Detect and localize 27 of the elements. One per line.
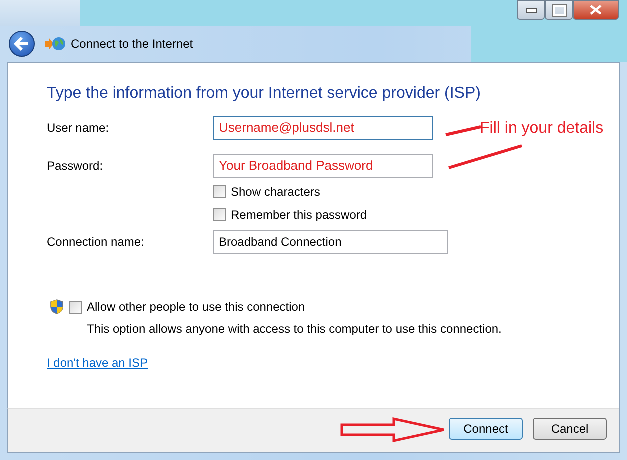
checkbox-label: Show characters [231,184,320,198]
checkbox-label: Remember this password [231,208,368,222]
dialog-heading: Type the information from your Internet service provider (ISP) [47,85,482,103]
field-label: Password: [47,159,104,173]
shield-icon [50,299,64,315]
checkbox[interactable] [213,208,226,221]
close-icon [589,5,603,15]
input-field[interactable]: Your Broadband Password [213,154,433,178]
leader-line [445,125,483,137]
globe-icon [44,36,66,52]
no-isp-link[interactable]: I don't have an ISP [47,356,148,370]
cancel-button[interactable]: Cancel [533,418,607,440]
field-label: User name: [47,121,110,135]
minimize-button[interactable] [517,0,545,20]
checkbox-label: Allow other people to use this connection [87,300,306,314]
maximize-button[interactable] [545,0,573,20]
checkbox[interactable] [213,185,226,198]
connect-button[interactable]: Connect [449,418,523,440]
close-button[interactable] [573,0,619,20]
annotation-text: Fill in your details [480,120,604,138]
input-field[interactable]: Username@plusdsl.net [213,116,433,140]
window-title: Connect to the Internet [71,37,194,51]
checkbox[interactable] [69,300,82,314]
input-field[interactable]: Broadband Connection [213,230,448,254]
field-label: Connection name: [47,235,146,249]
option-description: This option allows anyone with access to this computer to use this connection. [87,322,503,336]
back-button[interactable] [9,31,35,57]
